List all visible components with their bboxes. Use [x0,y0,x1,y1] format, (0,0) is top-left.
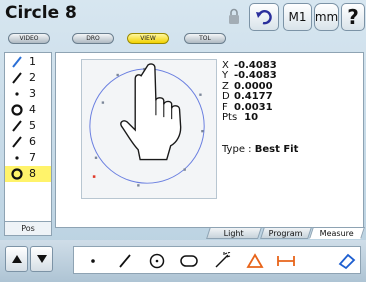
feature-row-2[interactable]: 2 [5,70,51,86]
point-icon [15,156,19,160]
circle-tool-button[interactable] [146,250,168,272]
point-icon [15,92,19,96]
line-icon [12,56,22,68]
type-value: Best Fit [254,144,299,155]
circle-icon [11,104,23,116]
eraser-tool-button[interactable] [336,250,358,272]
distance-tool-button[interactable] [211,250,233,272]
feature-row-6[interactable]: 6 [5,134,51,150]
slot-tool-icon [180,255,198,267]
circle-icon [11,168,23,180]
hand-pointer-icon [120,63,182,161]
feature-row-3[interactable]: 3 [5,86,51,102]
lock-icon [229,8,239,24]
line-tool-icon [119,254,131,268]
mode-view-button[interactable]: VIEW [127,33,169,44]
bottom-toolbar [0,240,366,282]
arrow-down-icon [36,255,47,263]
feature-row-1[interactable]: 1 [5,54,51,70]
undo-button[interactable] [249,3,279,31]
readout-pts: Pts 10 [222,112,259,124]
feature-view[interactable] [81,59,217,199]
type-label: Type : [222,144,252,155]
width-tool-button[interactable] [275,250,297,272]
mode-dro-button[interactable]: DRO [72,33,114,44]
page-title: Circle 8 [5,3,77,23]
undo-arrow-icon [256,10,272,25]
help-button[interactable]: ? [341,3,365,31]
scroll-down-button[interactable] [30,246,53,272]
eraser-tool-icon [338,253,356,270]
angle-tool-icon [246,253,264,268]
feature-row-4[interactable]: 4 [5,102,51,118]
feature-row-7[interactable]: 7 [5,150,51,166]
feature-row-8[interactable]: 8 [5,166,51,182]
point-tool-icon [91,259,95,263]
m1-button[interactable]: M1 [283,3,312,31]
angle-tool-button[interactable] [244,250,266,272]
measure-panel: X -0.4083 Y -0.4083 Z 0.0000 D 0.4177 F 0.003… [55,52,364,228]
line-icon [12,72,22,84]
line-tool-button[interactable] [114,250,136,272]
units-button[interactable]: mm [314,3,339,31]
measurement-screen: Circle 8 M1 mm ? VIDEO DRO VIEW TOL 1 2 … [0,0,366,282]
line-icon [12,136,22,148]
position-button[interactable]: Pos [5,221,51,235]
mode-tol-button[interactable]: TOL [184,33,226,44]
distance-tool-icon [215,252,231,268]
scroll-buttons [5,246,53,272]
measure-tools [73,246,361,274]
feature-row-5[interactable]: 5 [5,118,51,134]
readout-block: X -0.4083 Y -0.4083 Z 0.0000 D 0.4177 F 0.003… [222,60,277,124]
width-tool-icon [277,256,295,266]
point-tool-button[interactable] [82,250,104,272]
tab-light[interactable]: Light [206,227,262,239]
feature-list: 1 2 3 4 5 6 7 8 Pos [4,52,52,236]
slot-tool-button[interactable] [178,250,200,272]
mode-video-button[interactable]: VIDEO [8,33,50,44]
line-icon [12,120,22,132]
circle-tool-icon [149,253,165,269]
scroll-up-button[interactable] [5,246,28,272]
fit-type: Type : Best Fit [222,144,298,155]
tab-measure[interactable]: Measure [309,227,365,239]
tab-program[interactable]: Program [260,227,312,239]
arrow-up-icon [11,255,22,263]
